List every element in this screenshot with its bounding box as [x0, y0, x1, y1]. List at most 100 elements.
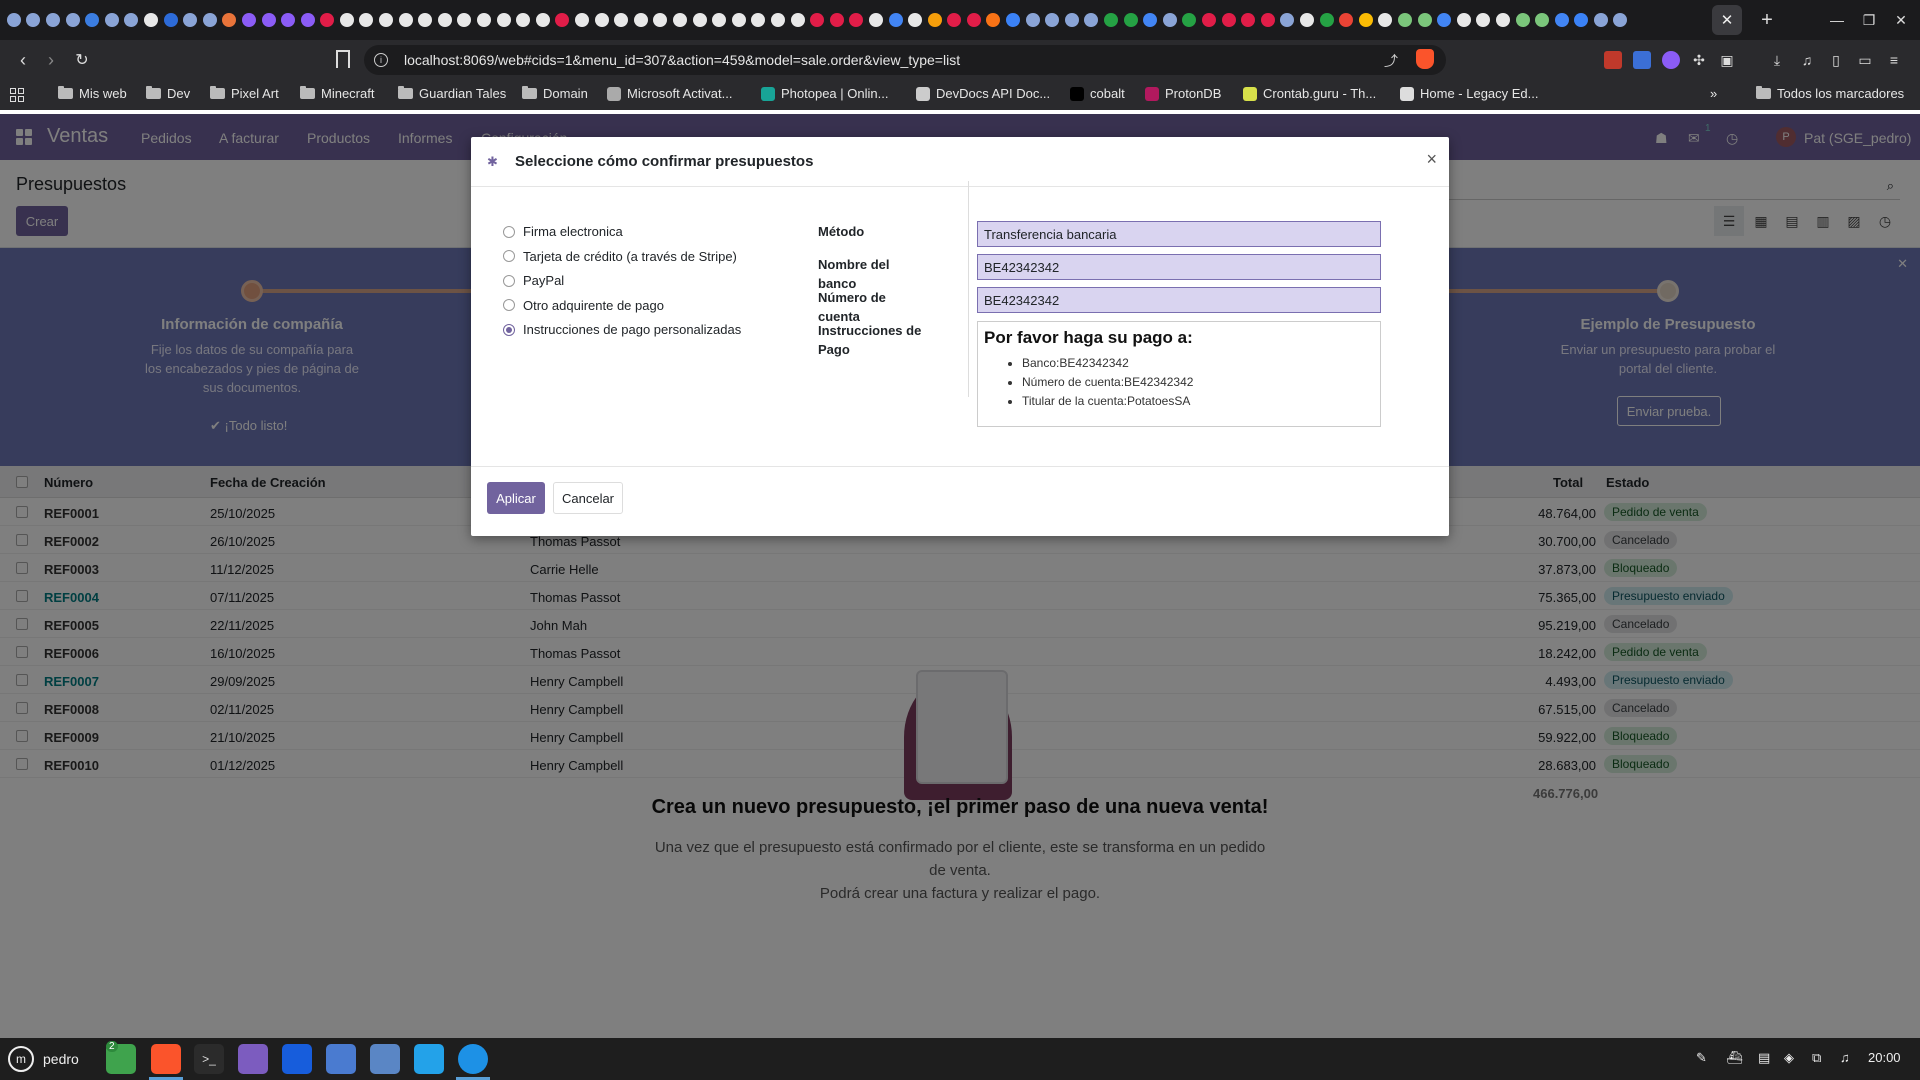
tab-favicon-icon[interactable]	[829, 13, 844, 27]
clipboard-tray-icon[interactable]: ▤	[1758, 1050, 1770, 1066]
tab-favicon-icon[interactable]	[124, 13, 139, 27]
tab-favicon-icon[interactable]	[1045, 13, 1060, 27]
tab-favicon-icon[interactable]	[927, 13, 942, 27]
bitwarden-extension-icon[interactable]	[1633, 51, 1651, 69]
tab-favicon-icon[interactable]	[241, 13, 256, 27]
radio-button[interactable]	[503, 250, 515, 262]
bookmarks-overflow-button[interactable]: »	[1710, 86, 1717, 101]
pen-tray-icon[interactable]: ✎	[1696, 1050, 1707, 1066]
tab-favicon-icon[interactable]	[1417, 13, 1432, 27]
tab-favicon-icon[interactable]	[1319, 13, 1334, 27]
tab-favicon-icon[interactable]	[1221, 13, 1236, 27]
tab-favicon-icon[interactable]	[183, 13, 198, 27]
downloads-icon[interactable]: ⤓	[1768, 51, 1786, 69]
site-info-icon[interactable]: i	[374, 53, 388, 67]
tab-favicon-icon[interactable]	[1437, 13, 1452, 27]
minimize-window-button[interactable]: —	[1820, 0, 1854, 40]
bookmark-folder[interactable]: Domain	[522, 86, 588, 101]
tab-favicon-icon[interactable]	[1456, 13, 1471, 27]
cancel-button[interactable]: Cancelar	[553, 482, 623, 514]
docker-tray-icon[interactable]: ⛴	[1726, 1050, 1743, 1066]
forward-button[interactable]: ›	[36, 45, 66, 75]
tab-favicon-icon[interactable]	[810, 13, 825, 27]
confirm-method-option[interactable]: Instrucciones de pago personalizadas	[503, 322, 741, 337]
media-icon[interactable]: ♫	[1798, 51, 1816, 69]
clock[interactable]: 20:00	[1868, 1050, 1901, 1065]
confirm-method-option[interactable]: Otro adquirente de pago	[503, 298, 664, 313]
bookmark-folder[interactable]: Pixel Art	[210, 86, 279, 101]
bookmark-item[interactable]: Microsoft Activat...	[607, 86, 732, 101]
tab-favicon-icon[interactable]	[477, 13, 492, 27]
tab-favicon-icon[interactable]	[1613, 13, 1628, 27]
tab-favicon-icon[interactable]	[731, 13, 746, 27]
tab-favicon-icon[interactable]	[1143, 13, 1158, 27]
address-bar[interactable]: i localhost:8069/web#cids=1&menu_id=307&…	[364, 45, 1446, 75]
menu-icon[interactable]: ≡	[1885, 51, 1903, 69]
tab-favicon-icon[interactable]	[1593, 13, 1608, 27]
tab-favicon-icon[interactable]	[1378, 13, 1393, 27]
extension-icon[interactable]	[1662, 51, 1680, 69]
tab-favicon-icon[interactable]	[222, 13, 237, 27]
tab-favicon-icon[interactable]	[1280, 13, 1295, 27]
tab-favicon-icon[interactable]	[1025, 13, 1040, 27]
all-bookmarks-folder[interactable]: Todos los marcadores	[1756, 86, 1904, 101]
sidebar-icon[interactable]: ▯	[1827, 51, 1845, 69]
tab-favicon-icon[interactable]	[751, 13, 766, 27]
vscode-app-icon[interactable]	[414, 1044, 444, 1074]
tab-favicon-icon[interactable]	[672, 13, 687, 27]
tab-favicon-icon[interactable]	[163, 13, 178, 27]
bitwarden-app-icon[interactable]	[282, 1044, 312, 1074]
tab-favicon-icon[interactable]	[692, 13, 707, 27]
tab-favicon-icon[interactable]	[6, 13, 21, 27]
audio-tray-icon[interactable]: ♫	[1840, 1050, 1850, 1065]
confirm-method-option[interactable]: Firma electronica	[503, 224, 623, 239]
tab-favicon-icon[interactable]	[1358, 13, 1373, 27]
tab-favicon-icon[interactable]	[908, 13, 923, 27]
bookmark-item[interactable]: DevDocs API Doc...	[916, 86, 1050, 101]
tab-favicon-icon[interactable]	[614, 13, 629, 27]
tab-favicon-icon[interactable]	[712, 13, 727, 27]
tab-favicon-icon[interactable]	[575, 13, 590, 27]
apps-grid-icon[interactable]	[10, 88, 24, 102]
close-window-button[interactable]: ✕	[1884, 0, 1918, 40]
mail-app-icon[interactable]	[326, 1044, 356, 1074]
payment-instructions-editor[interactable]: Por favor haga su pago a: Banco:BE423423…	[977, 321, 1381, 427]
radio-button[interactable]	[503, 323, 515, 336]
confirm-method-option[interactable]: Tarjeta de crédito (a través de Stripe)	[503, 249, 737, 264]
bank-name-input[interactable]: BE42342342	[977, 254, 1381, 280]
bookmark-item[interactable]: Home - Legacy Ed...	[1400, 86, 1539, 101]
tab-favicon-icon[interactable]	[359, 13, 374, 27]
tab-favicon-icon[interactable]	[947, 13, 962, 27]
tab-favicon-icon[interactable]	[966, 13, 981, 27]
wallet-icon[interactable]: ▣	[1718, 51, 1736, 69]
shield-tray-icon[interactable]: ◈	[1784, 1050, 1794, 1066]
network-tray-icon[interactable]: ⧉	[1812, 1050, 1821, 1066]
share-icon[interactable]: ⤴	[1384, 51, 1398, 71]
tab-favicon-icon[interactable]	[1554, 13, 1569, 27]
tab-favicon-icon[interactable]	[1241, 13, 1256, 27]
apply-button[interactable]: Aplicar	[487, 482, 545, 514]
bookmark-page-icon[interactable]	[336, 50, 350, 68]
tab-favicon-icon[interactable]	[1574, 13, 1589, 27]
terminal-app-icon[interactable]: >_	[194, 1044, 224, 1074]
bookmark-folder[interactable]: Mis web	[58, 86, 127, 101]
tab-favicon-icon[interactable]	[143, 13, 158, 27]
tab-favicon-icon[interactable]	[1202, 13, 1217, 27]
tab-favicon-icon[interactable]	[339, 13, 354, 27]
tab-favicon-icon[interactable]	[770, 13, 785, 27]
tab-favicon-icon[interactable]	[1495, 13, 1510, 27]
bookmark-item[interactable]: cobalt	[1070, 86, 1125, 101]
tab-favicon-icon[interactable]	[888, 13, 903, 27]
bookmark-item[interactable]: Crontab.guru - Th...	[1243, 86, 1376, 101]
tab-favicon-icon[interactable]	[1182, 13, 1197, 27]
bookmark-folder[interactable]: Dev	[146, 86, 190, 101]
brave-app-icon[interactable]	[151, 1044, 181, 1074]
tab-favicon-icon[interactable]	[457, 13, 472, 27]
radio-button[interactable]	[503, 299, 515, 311]
tab-favicon-icon[interactable]	[868, 13, 883, 27]
tab-favicon-icon[interactable]	[1299, 13, 1314, 27]
tab-favicon-icon[interactable]	[1339, 13, 1354, 27]
radio-button[interactable]	[503, 225, 515, 238]
tab-favicon-icon[interactable]	[1535, 13, 1550, 27]
tab-favicon-icon[interactable]	[379, 13, 394, 27]
